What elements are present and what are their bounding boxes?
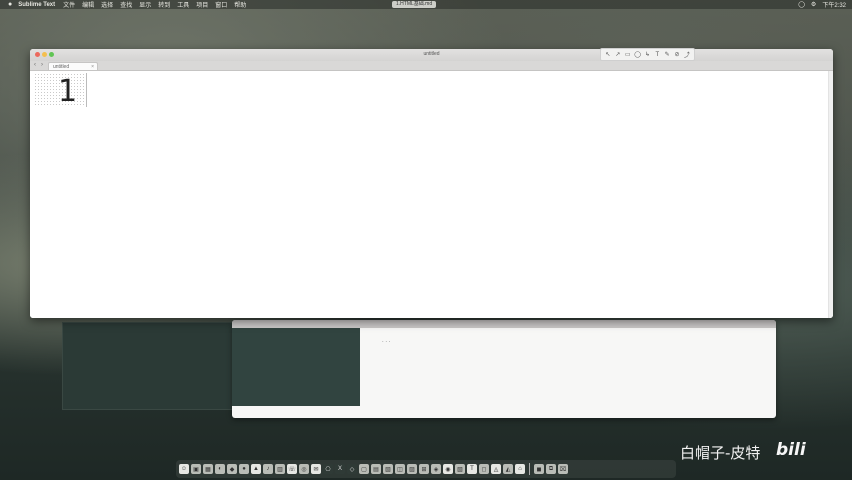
dock-app-icon[interactable]: ◇ [347, 464, 357, 474]
dock-trash-icon[interactable]: ⌧ [558, 464, 568, 474]
menu-item-goto[interactable]: 转到 [158, 0, 170, 9]
tab-bar: ‹ › untitled × [30, 61, 833, 71]
dock-app-icon[interactable]: ⧉ [546, 464, 556, 474]
select-tool-icon[interactable]: ↖ [604, 51, 612, 58]
arrow-tool-icon[interactable]: ↗ [614, 51, 622, 58]
dock-app-icon[interactable]: ▥ [275, 464, 285, 474]
eraser-tool-icon[interactable]: ⊘ [673, 51, 681, 58]
back-arrow-icon[interactable]: ‹ [34, 62, 36, 68]
dock-app-icon[interactable]: ◫ [395, 464, 405, 474]
dock-app-icon[interactable]: ▤ [371, 464, 381, 474]
background-window-sidebar [232, 328, 360, 406]
ellipse-tool-icon[interactable]: ◯ [634, 51, 642, 58]
dock-app-icon[interactable]: ⊞ [419, 464, 429, 474]
dock-music-icon[interactable]: ♪ [263, 464, 273, 474]
menu-item-tools[interactable]: 工具 [177, 0, 189, 9]
dock-phone-icon[interactable]: ☏ [287, 464, 297, 474]
editor-window[interactable]: untitled ‹ › untitled × 1 [30, 49, 833, 318]
bilibili-logo: bili [776, 440, 806, 460]
app-name-menu[interactable]: Sublime Text [18, 2, 55, 8]
menubar-status-area: ◯ ⚙ 下午2:32 [798, 0, 846, 9]
menu-item-view[interactable]: 显示 [139, 0, 151, 9]
dock-app-icon[interactable]: ⌂ [515, 464, 525, 474]
menu-item-help[interactable]: 帮助 [234, 0, 246, 9]
tab-untitled[interactable]: untitled × [48, 62, 98, 70]
dock-app-icon[interactable]: ▲ [251, 464, 261, 474]
dock-app-icon[interactable]: ◆ [227, 464, 237, 474]
line-number-gutter: 1 [34, 73, 87, 109]
apple-icon[interactable]: ● [8, 1, 12, 8]
rectangle-tool-icon[interactable]: ▭ [624, 51, 632, 58]
dock-chrome-icon[interactable]: ● [239, 464, 249, 474]
line-tool-icon[interactable]: ↳ [643, 51, 651, 58]
pen-tool-icon[interactable]: ✎ [663, 51, 671, 58]
active-document-indicator[interactable]: 1.HTML基础.md [392, 1, 437, 8]
menu-item-edit[interactable]: 编辑 [82, 0, 94, 9]
background-window-light[interactable]: . . . [232, 320, 776, 418]
dock-finder-icon[interactable]: ☺ [179, 464, 189, 474]
dock-app-icon[interactable]: ◬ [491, 464, 501, 474]
gear-icon[interactable]: ⚙ [811, 1, 816, 8]
dock-app-icon[interactable]: ▦ [203, 464, 213, 474]
undo-tool-icon[interactable]: ⤴ [683, 50, 691, 59]
dock-app-icon[interactable]: ◻ [479, 464, 489, 474]
dock-x-icon[interactable]: X [335, 464, 345, 474]
dock-app-icon[interactable]: ◭ [503, 464, 513, 474]
background-window-titlebar [232, 320, 776, 328]
close-tab-icon[interactable]: × [91, 63, 94, 71]
text-tool-icon[interactable]: T [653, 52, 661, 58]
dock-app-icon[interactable]: ◼ [534, 464, 544, 474]
dock-launchpad-icon[interactable]: ▣ [191, 464, 201, 474]
dock-app-icon[interactable]: ▧ [383, 464, 393, 474]
menu-item-find[interactable]: 查找 [120, 0, 132, 9]
dock-mail-icon[interactable]: ✉ [311, 464, 321, 474]
forward-arrow-icon[interactable]: › [41, 62, 43, 68]
dock-app-icon[interactable]: ◎ [299, 464, 309, 474]
dock-app-icon[interactable]: ▨ [407, 464, 417, 474]
menu-item-file[interactable]: 文件 [63, 0, 75, 9]
dock-safari-icon[interactable]: ◐ [215, 464, 225, 474]
dock-app-icon[interactable]: ◉ [443, 464, 453, 474]
dock-app-icon[interactable]: ▢ [359, 464, 369, 474]
circle-icon[interactable]: ◯ [798, 1, 805, 8]
dock-typora-icon[interactable]: T [467, 464, 477, 474]
dock: ☺ ▣ ▦ ◐ ◆ ● ▲ ♪ ▥ ☏ ◎ ✉ ⎔ X ◇ ▢ ▤ ▧ ◫ ▨ … [176, 460, 676, 478]
menubar-clock[interactable]: 下午2:32 [822, 0, 846, 9]
menubar: ● Sublime Text 文件 编辑 选择 查找 显示 转到 工具 项目 窗… [0, 0, 852, 9]
dock-app-icon[interactable]: ▧ [455, 464, 465, 474]
tab-label: untitled [53, 64, 70, 70]
dock-app-icon[interactable]: ⎔ [323, 464, 333, 474]
menu-item-project[interactable]: 项目 [196, 0, 208, 9]
menu-item-selection[interactable]: 选择 [101, 0, 113, 9]
annotation-toolbar: ↖ ↗ ▭ ◯ ↳ T ✎ ⊘ ⤴ [600, 48, 695, 61]
background-window-content: . . . [382, 338, 391, 344]
editor-content-area[interactable]: 1 [30, 71, 833, 318]
menu-item-window[interactable]: 窗口 [215, 0, 227, 9]
video-watermark-text: 白帽子-皮特 [680, 444, 761, 462]
dock-separator [529, 463, 530, 475]
vertical-scrollbar[interactable] [828, 71, 833, 318]
dock-app-icon[interactable]: ◈ [431, 464, 441, 474]
window-title: untitled [423, 51, 440, 57]
line-number: 1 [58, 74, 78, 109]
